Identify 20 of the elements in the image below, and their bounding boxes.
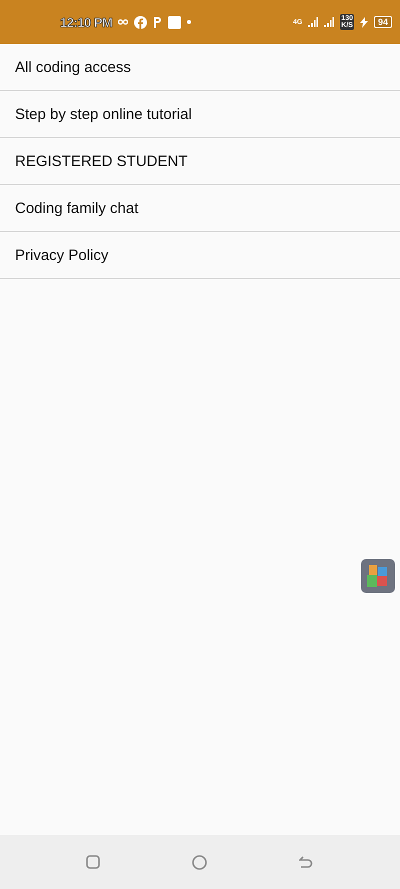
battery-level: 94 <box>374 16 392 28</box>
bolt-icon <box>360 16 368 28</box>
menu-item[interactable]: Privacy Policy <box>0 232 400 279</box>
status-time: 12:10 PM <box>60 14 112 30</box>
menu-item[interactable]: Step by step online tutorial <box>0 91 400 138</box>
menu-item[interactable]: Coding family chat <box>0 185 400 232</box>
dot-icon <box>187 20 192 24</box>
back-icon[interactable] <box>299 856 314 868</box>
glasses-icon <box>118 19 128 25</box>
signal-icon <box>308 17 318 27</box>
home-icon[interactable] <box>192 854 208 870</box>
menu-item[interactable]: All coding access <box>0 44 400 91</box>
square-icon <box>168 16 182 28</box>
signal-icon <box>324 17 334 27</box>
recent-apps-icon[interactable] <box>86 855 100 869</box>
floating-app-button[interactable] <box>361 559 395 593</box>
p-icon <box>153 16 162 28</box>
colored-squares-icon <box>367 565 389 587</box>
menu-item[interactable]: REGISTERED STUDENT <box>0 138 400 185</box>
circle-f-icon <box>134 16 148 28</box>
